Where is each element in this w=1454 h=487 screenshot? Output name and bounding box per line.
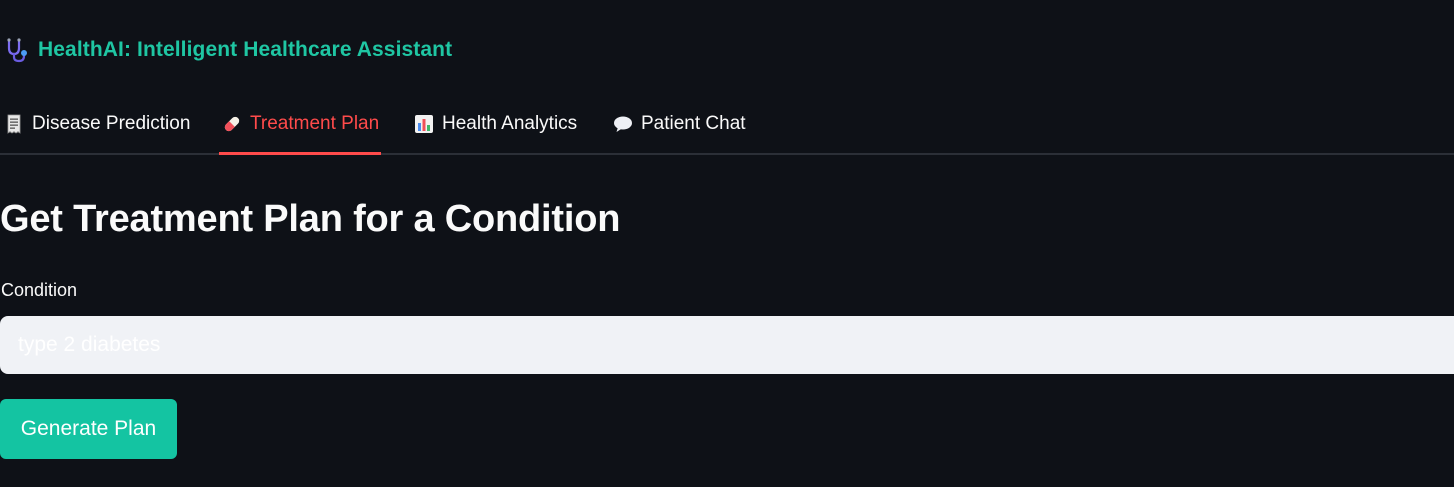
tab-bar: Disease Prediction Treatment Plan Health… (0, 100, 1454, 156)
tab-label: Disease Prediction (32, 113, 191, 134)
app-header: HealthAI: Intelligent Healthcare Assista… (3, 35, 452, 65)
stethoscope-icon (3, 37, 29, 63)
tab-label: Treatment Plan (250, 113, 380, 134)
generate-plan-button[interactable]: Generate Plan (0, 399, 177, 459)
tab-disease-prediction[interactable]: Disease Prediction (4, 100, 190, 156)
active-tab-indicator (219, 152, 382, 155)
condition-input[interactable] (0, 316, 1454, 374)
tab-treatment-plan[interactable]: Treatment Plan (219, 100, 382, 156)
tab-health-analytics[interactable]: Health Analytics (414, 100, 577, 156)
bar-chart-icon (414, 114, 434, 134)
tab-patient-chat[interactable]: Patient Chat (613, 100, 746, 156)
page-heading: Get Treatment Plan for a Condition (0, 198, 621, 240)
receipt-icon (4, 114, 24, 134)
speech-bubble-icon (613, 114, 633, 134)
tab-label: Patient Chat (641, 113, 746, 134)
app-title: HealthAI: Intelligent Healthcare Assista… (38, 38, 453, 61)
pill-icon (222, 114, 242, 134)
app-page: HealthAI: Intelligent Healthcare Assista… (0, 0, 1454, 487)
condition-label: Condition (1, 280, 78, 300)
tab-label: Health Analytics (442, 113, 578, 134)
